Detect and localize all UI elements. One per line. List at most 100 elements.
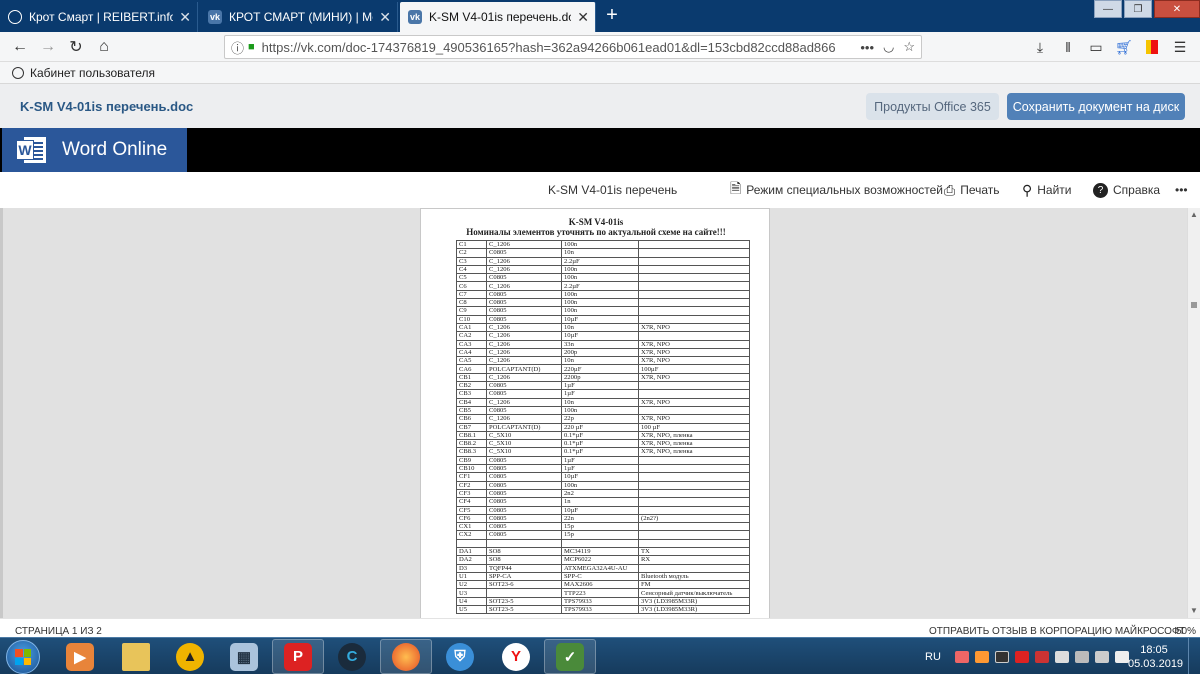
taskbar-app-triangle[interactable]: ▲ bbox=[164, 639, 216, 674]
tray-app-icon[interactable] bbox=[974, 650, 989, 663]
table-cell: C0805 bbox=[486, 480, 562, 490]
show-desktop-button[interactable] bbox=[1188, 638, 1200, 674]
table-cell: C0805 bbox=[486, 463, 562, 474]
table-cell: MAX2606 bbox=[561, 580, 639, 590]
taskbar-media-player[interactable]: ▶ bbox=[54, 639, 106, 674]
network-icon[interactable] bbox=[1094, 650, 1109, 663]
cart-icon[interactable]: 🛒︎ bbox=[1112, 35, 1136, 59]
document-name: K-SM V4-01is перечень.doc bbox=[20, 99, 194, 114]
word-online-brand[interactable]: W Word Online bbox=[2, 128, 187, 172]
minimize-button[interactable]: — bbox=[1094, 0, 1122, 18]
home-icon[interactable]: ⌂ bbox=[92, 35, 116, 59]
table-cell bbox=[638, 480, 750, 490]
taskbar-firefox[interactable] bbox=[380, 639, 432, 674]
tray-app-icon[interactable] bbox=[1054, 650, 1069, 663]
scroll-down-icon[interactable]: ▼ bbox=[1190, 606, 1198, 615]
accessibility-mode-button[interactable]: 🗎︎ Режим специальных возможностей bbox=[730, 180, 943, 199]
bookmark-star-icon[interactable]: ☆ bbox=[903, 39, 915, 55]
taskbar-app-check[interactable]: ✓ bbox=[544, 639, 596, 674]
table-cell: ATXMEGA32A4U-AU bbox=[561, 563, 639, 573]
table-cell bbox=[638, 530, 750, 540]
office-365-button[interactable]: Продукты Office 365 bbox=[866, 93, 999, 120]
reload-icon[interactable]: ↻ bbox=[64, 35, 88, 59]
volume-icon[interactable] bbox=[1114, 650, 1129, 663]
help-button[interactable]: ? Справка bbox=[1093, 181, 1160, 199]
battery-icon[interactable] bbox=[1074, 650, 1089, 663]
url-bar[interactable]: ⓘ ■ https://vk.com/doc-174376819_4905361… bbox=[224, 35, 922, 59]
table-cell: X7R, NPO, пленка bbox=[638, 430, 750, 441]
tab-krot-smart-mini[interactable]: vk КРОТ СМАРТ (МИНИ) | Мета ✕ bbox=[200, 2, 398, 32]
tray-app-icon[interactable] bbox=[954, 650, 969, 663]
extension-icon[interactable] bbox=[1140, 35, 1164, 59]
table-cell: 10n bbox=[561, 397, 639, 407]
table-cell: U5 bbox=[456, 605, 487, 615]
pocket-icon[interactable]: ◡ bbox=[883, 39, 894, 55]
search-icon: ⚲ bbox=[1022, 181, 1033, 198]
table-row: CF4 C0805 1n bbox=[456, 497, 750, 507]
tray-app-icon[interactable] bbox=[1014, 650, 1029, 663]
checkmark-app-icon: ✓ bbox=[556, 642, 584, 671]
vertical-scrollbar[interactable]: ▲ ▼ bbox=[1187, 208, 1200, 618]
table-cell bbox=[638, 314, 750, 324]
taskbar-clock[interactable]: 18:05 05.03.2019 bbox=[1128, 643, 1183, 671]
table-cell: 1µF bbox=[561, 389, 639, 399]
table-row: DA2 SO8 MCP6022 RX bbox=[456, 555, 750, 565]
table-cell: 100n bbox=[561, 405, 639, 416]
close-tab-icon[interactable]: ✕ bbox=[179, 9, 191, 26]
taskbar-calculator[interactable]: ▦ bbox=[218, 639, 270, 674]
maximize-button[interactable]: ❐ bbox=[1124, 0, 1152, 18]
table-cell: CF5 bbox=[456, 505, 487, 515]
document-viewport: K-SM V4-01is Номиналы элементов уточнять… bbox=[0, 208, 1200, 618]
library-icon[interactable]: ‖ bbox=[1056, 35, 1080, 59]
taskbar-yandex[interactable]: Y bbox=[490, 639, 542, 674]
tray-app-icon[interactable] bbox=[994, 650, 1009, 663]
page-actions-icon[interactable]: ••• bbox=[860, 40, 874, 55]
table-cell: CX2 bbox=[456, 530, 487, 540]
page-indicator: СТРАНИЦА 1 ИЗ 2 bbox=[15, 626, 102, 637]
window-controls: — ❐ ✕ bbox=[1092, 0, 1200, 18]
close-tab-icon[interactable]: ✕ bbox=[577, 9, 589, 26]
table-cell: 100n bbox=[561, 239, 639, 250]
save-to-disk-button[interactable]: Сохранить документ на диск bbox=[1007, 93, 1185, 120]
find-button[interactable]: ⚲ Найти bbox=[1022, 181, 1072, 199]
table-cell: C_1206 bbox=[486, 397, 562, 407]
scroll-thumb[interactable] bbox=[1191, 302, 1197, 308]
table-cell: C0805 bbox=[486, 273, 562, 283]
feedback-link[interactable]: ОТПРАВИТЬ ОТЗЫВ В КОРПОРАЦИЮ МАЙКРОСОФТ bbox=[929, 626, 1185, 637]
forward-arrow-icon[interactable]: → bbox=[36, 35, 60, 59]
info-icon[interactable]: ⓘ bbox=[231, 38, 244, 57]
table-cell: CB4 bbox=[456, 397, 487, 407]
table-cell: SOT23-5 bbox=[486, 596, 562, 607]
table-cell: 100n bbox=[561, 306, 639, 316]
table-row: U5 SOT23-5 TPS79933 3V3 (LD3985M33R) bbox=[456, 605, 750, 615]
new-tab-button[interactable]: + bbox=[600, 4, 624, 28]
table-cell: 22n bbox=[561, 513, 639, 524]
taskbar-app-p[interactable]: P bbox=[272, 639, 324, 674]
table-cell: (2n2?) bbox=[638, 513, 750, 524]
table-cell: 100n bbox=[561, 480, 639, 490]
table-cell: CB8.2 bbox=[456, 439, 487, 449]
close-window-button[interactable]: ✕ bbox=[1154, 0, 1200, 18]
taskbar-ccleaner[interactable]: C bbox=[326, 639, 378, 674]
tab-active-document[interactable]: vk K-SM V4-01is перечень.doc ✕ bbox=[400, 2, 596, 32]
start-button[interactable] bbox=[6, 640, 40, 674]
bookmark-item[interactable]: Кабинет пользователя bbox=[30, 66, 155, 80]
download-icon[interactable]: ⤓ bbox=[1028, 35, 1052, 59]
zoom-level[interactable]: 50% bbox=[1176, 626, 1196, 637]
word-online-header: W Word Online bbox=[0, 128, 1200, 172]
back-arrow-icon[interactable]: ← bbox=[8, 35, 32, 59]
table-cell bbox=[638, 248, 750, 258]
sidebar-icon[interactable]: ▭ bbox=[1084, 35, 1108, 59]
tray-app-icon[interactable] bbox=[1034, 650, 1049, 663]
scroll-up-icon[interactable]: ▲ bbox=[1190, 210, 1198, 219]
url-text[interactable]: https://vk.com/doc-174376819_490536165?h… bbox=[262, 40, 852, 55]
tab-reibert[interactable]: Крот Смарт | REIBERT.info ✕ bbox=[0, 2, 198, 32]
taskbar-shield-app[interactable]: ⛨ bbox=[434, 639, 486, 674]
print-button[interactable]: ⎙ Печать bbox=[944, 181, 1000, 199]
table-cell: TPS79933 bbox=[561, 605, 639, 615]
menu-icon[interactable]: ☰ bbox=[1168, 35, 1192, 59]
close-tab-icon[interactable]: ✕ bbox=[379, 9, 391, 26]
language-indicator[interactable]: RU bbox=[925, 651, 941, 663]
more-options-button[interactable]: ••• bbox=[1175, 181, 1188, 199]
taskbar-explorer[interactable] bbox=[110, 639, 162, 674]
